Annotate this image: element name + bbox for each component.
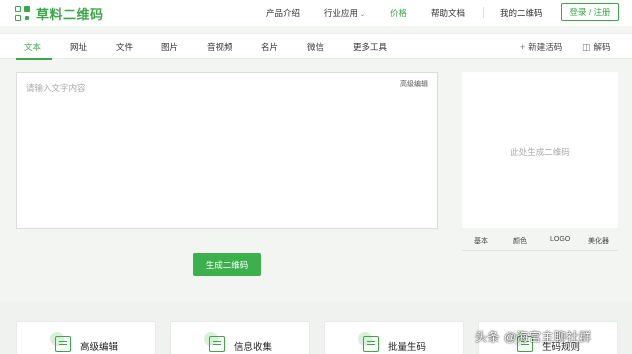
feature-card-advanced-edit[interactable]: 高级编辑: [16, 321, 156, 354]
nav-my-codes[interactable]: 我的二维码: [500, 7, 543, 19]
nav-divider: [483, 7, 484, 18]
login-register-button[interactable]: 登录 / 注册: [561, 3, 619, 21]
tab-more-tools[interactable]: 更多工具: [353, 41, 387, 53]
nav-price[interactable]: 价格: [390, 7, 407, 19]
feature-card-batch[interactable]: 批量生码: [324, 321, 464, 354]
qr-logo-icon: [15, 5, 31, 22]
feature-label: 高级编辑: [80, 342, 119, 353]
logo[interactable]: 草料二维码: [15, 4, 104, 23]
scan-icon: ◫: [582, 41, 591, 52]
tab-wechat[interactable]: 微信: [307, 41, 324, 53]
style-tabs: 基本 颜色 LOGO 美化器: [462, 231, 618, 251]
style-tab-logo[interactable]: LOGO: [550, 236, 570, 243]
edit-image-icon: [55, 336, 71, 352]
active-tab-indicator: [16, 58, 52, 60]
batch-icon: [363, 336, 379, 352]
generate-qr-button[interactable]: 生成二维码: [193, 253, 261, 276]
new-live-code-label: 新建活码: [528, 42, 563, 52]
tab-image[interactable]: 图片: [161, 41, 178, 53]
tab-audio-video[interactable]: 音视频: [207, 41, 233, 53]
style-tab-color[interactable]: 颜色: [513, 236, 527, 246]
tab-text[interactable]: 文本: [24, 41, 41, 53]
tab-url[interactable]: 网址: [70, 41, 87, 53]
tool-tabbar: 文本 网址 文件 图片 音视频 名片 微信 更多工具 + 新建活码 ◫ 解码: [0, 33, 632, 60]
nav-industry[interactable]: 行业应用 ⌄: [324, 7, 365, 19]
feature-card-info-collect[interactable]: 信息收集: [170, 321, 310, 354]
nav-products[interactable]: 产品介绍: [266, 7, 300, 19]
plus-icon: +: [520, 42, 526, 52]
new-live-code-button[interactable]: + 新建活码: [520, 41, 562, 53]
advanced-edit-link[interactable]: 高级编辑: [400, 79, 428, 89]
nav-help[interactable]: 帮助文档: [431, 7, 465, 19]
style-tab-basic[interactable]: 基本: [474, 236, 488, 246]
feature-label: 批量生码: [388, 342, 427, 353]
logo-text: 草料二维码: [36, 7, 104, 22]
watermark: 头条 @海宫主聊社群: [475, 330, 592, 344]
qr-preview-placeholder: 此处生成二维码: [510, 147, 570, 157]
feature-label: 信息收集: [234, 342, 273, 353]
decode-button[interactable]: ◫ 解码: [582, 41, 611, 53]
text-input-area[interactable]: 请输入文字内容 高级编辑: [16, 72, 438, 229]
tab-business-card[interactable]: 名片: [261, 41, 278, 53]
top-header: 草料二维码 产品介绍 行业应用 ⌄ 价格 帮助文档 我的二维码 登录 / 注册: [0, 0, 632, 26]
form-icon: [209, 336, 225, 352]
style-tab-beautifier[interactable]: 美化器: [588, 236, 609, 246]
chevron-down-icon: ⌄: [360, 12, 366, 18]
nav-industry-label: 行业应用: [324, 8, 359, 18]
qr-preview-panel: 此处生成二维码: [462, 72, 618, 228]
decode-label: 解码: [593, 42, 611, 52]
text-input-placeholder: 请输入文字内容: [26, 83, 86, 93]
tab-file[interactable]: 文件: [116, 41, 133, 53]
